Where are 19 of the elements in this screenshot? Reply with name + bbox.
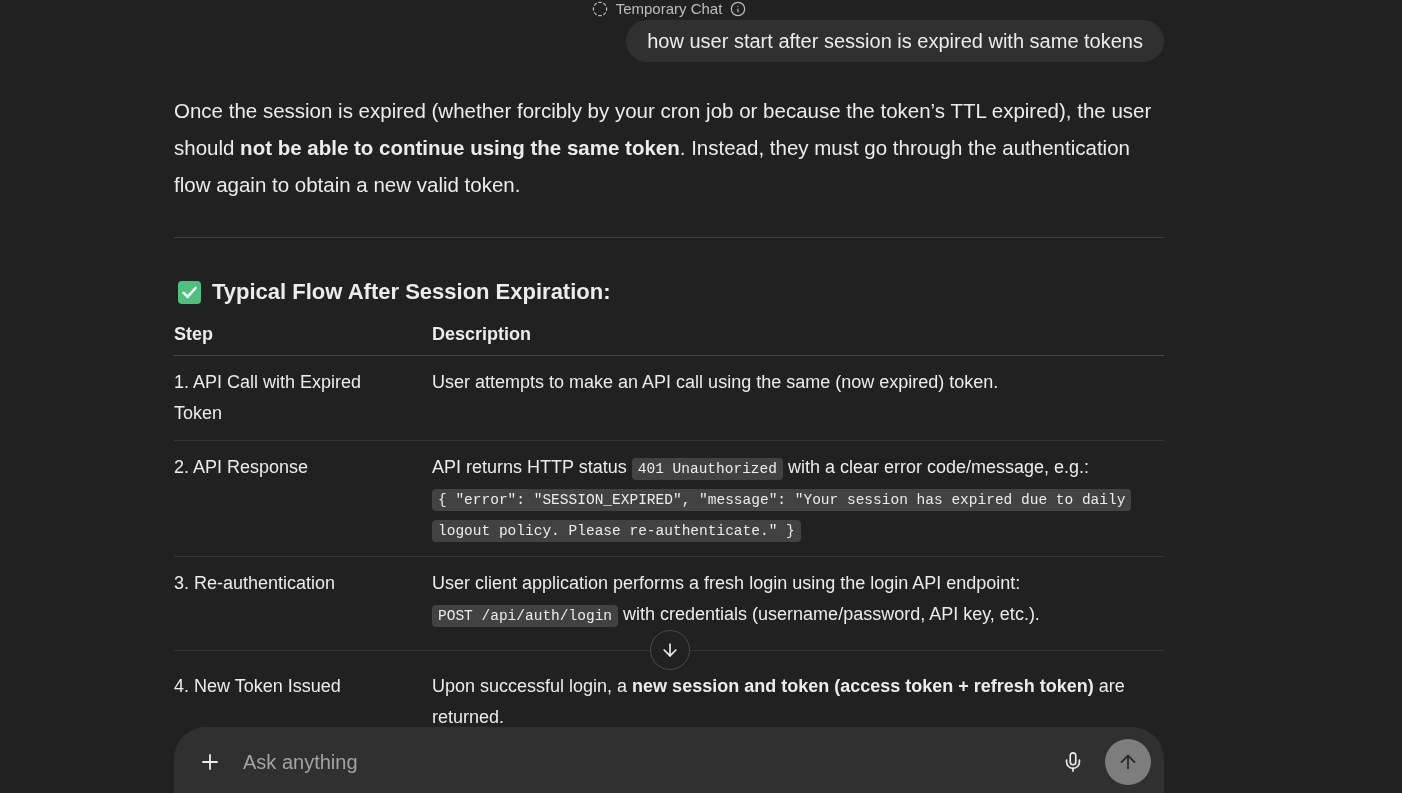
info-icon[interactable] — [730, 1, 747, 17]
table-cell: User client application performs a fresh login using the login API endpoint: POST /api/auth/login with credentials (username/password, API key, etc.). — [432, 568, 1164, 630]
user-message-bubble: how user start after session is expired with same tokens — [626, 20, 1164, 62]
message-input[interactable]: Ask anything — [243, 742, 1057, 782]
column-header: Description — [432, 323, 532, 346]
table-cell-text: 2. API Response — [174, 456, 310, 479]
section-heading: Typical Flow After Session Expiration: — [212, 278, 611, 306]
scroll-down-button[interactable] — [650, 630, 690, 670]
table-cell-text: User attempts to make an API call using the same (now expired) token. — [432, 371, 1000, 394]
table-cell-text: 3. Re-authentication — [174, 572, 337, 595]
chat-mode-title: Temporary Chat — [615, 0, 723, 18]
table-cell-text: 4. New Token Issued — [174, 675, 342, 698]
column-header: Step — [174, 323, 213, 346]
table-cell-text: Upon successful login, a new session and token (access token + refresh token) are returned. — [432, 675, 1126, 727]
dashed-circle-icon — [591, 1, 608, 17]
table-cell-text: 1. API Call with Expired Token — [174, 371, 363, 425]
response-paragraph: Once the session is expired (whether forcibly by your cron job or because the token’s TTL expired), the user should not be able to continue using the same token. Instead, they must go through the authentication flow again to obtain a new valid token. — [174, 98, 1153, 198]
checkmark-icon — [178, 280, 201, 304]
message-composer[interactable]: Ask anything — [174, 727, 1164, 793]
